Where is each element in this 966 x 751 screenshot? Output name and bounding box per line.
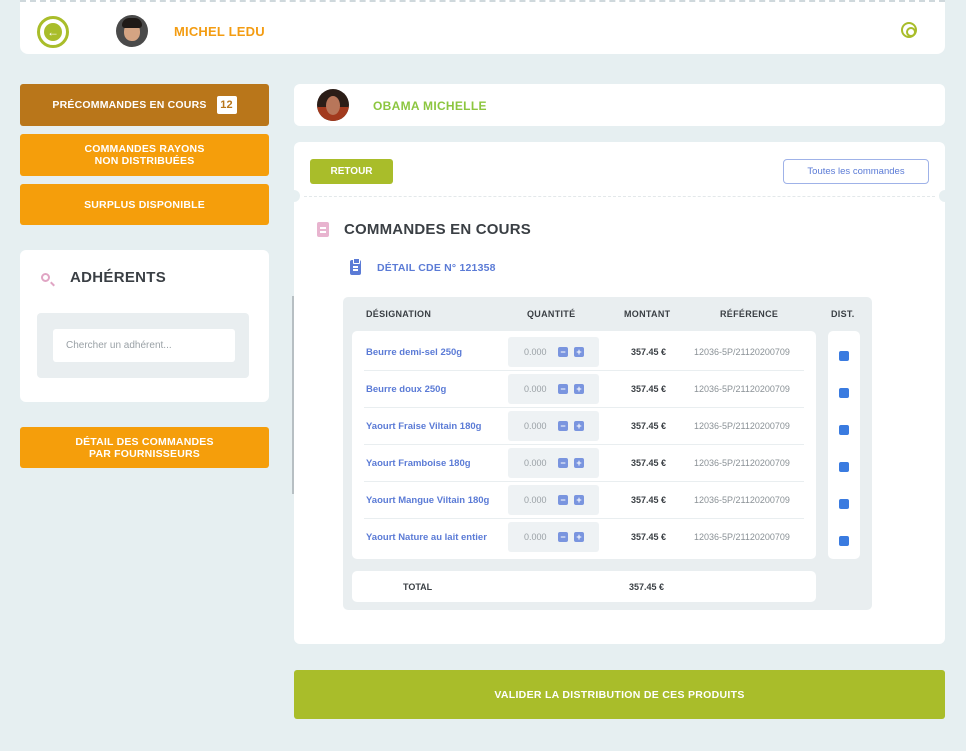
cell-reference: 12036-5P/21120200709: [694, 458, 790, 468]
quantity-stepper: 0.000 − +: [508, 448, 599, 478]
cell-quantite[interactable]: 0.000: [524, 384, 547, 394]
dist-column: [828, 331, 860, 559]
total-row: TOTAL 357.45 €: [352, 571, 816, 602]
plus-icon[interactable]: +: [574, 532, 584, 542]
section-title: COMMANDES EN COURS: [344, 221, 531, 238]
commandes-rayons-label-2: NON DISTRIBUÉES: [94, 155, 195, 167]
adherents-title: ADHÉRENTS: [70, 269, 167, 286]
plus-icon[interactable]: +: [574, 421, 584, 431]
plus-icon[interactable]: +: [574, 495, 584, 505]
column-header-reference: RÉFÉRENCE: [720, 309, 779, 319]
dist-checkbox[interactable]: [839, 351, 849, 361]
cell-quantite[interactable]: 0.000: [524, 458, 547, 468]
user-avatar: [116, 15, 148, 47]
column-header-dist: DIST.: [831, 309, 855, 319]
table-row: Beurre demi-sel 250g 0.000 − + 357.45 € …: [364, 334, 804, 371]
quantity-stepper: 0.000 − +: [508, 485, 599, 515]
order-table: DÉSIGNATION QUANTITÉ MONTANT RÉFÉRENCE D…: [343, 297, 872, 610]
cell-quantite[interactable]: 0.000: [524, 532, 547, 542]
adherents-search-wrap: [37, 313, 249, 378]
table-row: Beurre doux 250g 0.000 − + 357.45 € 1203…: [364, 371, 804, 408]
search-icon: [41, 273, 50, 282]
cell-reference: 12036-5P/21120200709: [694, 495, 790, 505]
dist-checkbox[interactable]: [839, 462, 849, 472]
arrow-left-icon: ←: [44, 23, 62, 41]
plus-icon[interactable]: +: [574, 347, 584, 357]
cell-quantite[interactable]: 0.000: [524, 495, 547, 505]
detail-fournisseurs-label-2: PAR FOURNISSEURS: [89, 447, 200, 460]
table-row: Yaourt Framboise 180g 0.000 − + 357.45 €…: [364, 445, 804, 482]
cell-designation[interactable]: Beurre demi-sel 250g: [366, 347, 462, 358]
column-header-designation: DÉSIGNATION: [366, 309, 432, 319]
cell-designation[interactable]: Yaourt Framboise 180g: [366, 458, 471, 469]
minus-icon[interactable]: −: [558, 532, 568, 542]
cell-montant: 357.45 €: [631, 495, 667, 505]
detail-fournisseurs-label-1: DÉTAIL DES COMMANDES: [75, 435, 214, 448]
cell-reference: 12036-5P/21120200709: [694, 384, 790, 394]
toutes-commandes-button[interactable]: Toutes les commandes: [783, 159, 929, 184]
minus-icon[interactable]: −: [558, 495, 568, 505]
dist-checkbox[interactable]: [839, 388, 849, 398]
dist-checkbox[interactable]: [839, 425, 849, 435]
precommandes-label: PRÉCOMMANDES EN COURS: [52, 99, 207, 111]
minus-icon[interactable]: −: [558, 347, 568, 357]
cell-designation[interactable]: Yaourt Nature au lait entier: [366, 532, 487, 543]
table-row: Yaourt Fraise Viltain 180g 0.000 − + 357…: [364, 408, 804, 445]
cell-montant: 357.45 €: [631, 458, 667, 468]
cell-quantite[interactable]: 0.000: [524, 421, 547, 431]
detail-fournisseurs-button[interactable]: DÉTAIL DES COMMANDES PAR FOURNISSEURS: [20, 427, 269, 468]
cell-designation[interactable]: Yaourt Mangue Viltain 180g: [366, 495, 489, 506]
quantity-stepper: 0.000 − +: [508, 522, 599, 552]
adherents-panel: ADHÉRENTS: [20, 250, 269, 402]
client-avatar: [317, 89, 349, 121]
quantity-stepper: 0.000 − +: [508, 411, 599, 441]
document-icon: [317, 222, 329, 237]
retour-button[interactable]: RETOUR: [310, 159, 393, 184]
lifebuoy-icon[interactable]: [901, 22, 917, 38]
total-value: 357.45 €: [629, 582, 665, 592]
total-label: TOTAL: [403, 582, 433, 592]
cell-montant: 357.45 €: [631, 347, 667, 357]
order-title: DÉTAIL CDE N° 121358: [377, 262, 496, 274]
minus-icon[interactable]: −: [558, 421, 568, 431]
valider-distribution-button[interactable]: VALIDER LA DISTRIBUTION DE CES PRODUITS: [294, 670, 945, 719]
commandes-rayons-label-1: COMMANDES RAYONS: [84, 143, 205, 155]
cell-montant: 357.45 €: [631, 532, 667, 542]
user-name: MICHEL LEDU: [174, 24, 265, 39]
minus-icon[interactable]: −: [558, 384, 568, 394]
cell-montant: 357.45 €: [631, 384, 667, 394]
cell-quantite[interactable]: 0.000: [524, 347, 547, 357]
rows-panel: Beurre demi-sel 250g 0.000 − + 357.45 € …: [352, 331, 816, 559]
commandes-rayons-button[interactable]: COMMANDES RAYONS NON DISTRIBUÉES: [20, 134, 269, 176]
precommandes-count-badge: 12: [216, 96, 237, 114]
plus-icon[interactable]: +: [574, 458, 584, 468]
dist-checkbox[interactable]: [839, 536, 849, 546]
dist-checkbox[interactable]: [839, 499, 849, 509]
plus-icon[interactable]: +: [574, 384, 584, 394]
top-bar: ← MICHEL LEDU: [20, 0, 945, 54]
cell-reference: 12036-5P/21120200709: [694, 421, 790, 431]
orders-card: RETOUR Toutes les commandes COMMANDES EN…: [288, 142, 951, 644]
column-header-montant: MONTANT: [624, 309, 671, 319]
back-button[interactable]: ←: [37, 16, 69, 48]
table-row: Yaourt Mangue Viltain 180g 0.000 − + 357…: [364, 482, 804, 519]
quantity-stepper: 0.000 − +: [508, 337, 599, 367]
surplus-button[interactable]: SURPLUS DISPONIBLE: [20, 184, 269, 225]
column-header-quantite: QUANTITÉ: [527, 309, 576, 319]
cell-designation[interactable]: Yaourt Fraise Viltain 180g: [366, 421, 481, 432]
table-row: Yaourt Nature au lait entier 0.000 − + 3…: [364, 519, 804, 556]
precommandes-button[interactable]: PRÉCOMMANDES EN COURS 12: [20, 84, 269, 126]
divider: [304, 196, 935, 197]
adherent-search-input[interactable]: [53, 329, 235, 362]
client-bar: OBAMA MICHELLE: [294, 84, 945, 126]
cell-reference: 12036-5P/21120200709: [694, 532, 790, 542]
cell-designation[interactable]: Beurre doux 250g: [366, 384, 446, 395]
quantity-stepper: 0.000 − +: [508, 374, 599, 404]
cell-reference: 12036-5P/21120200709: [694, 347, 790, 357]
minus-icon[interactable]: −: [558, 458, 568, 468]
surplus-label: SURPLUS DISPONIBLE: [84, 198, 205, 211]
cell-montant: 357.45 €: [631, 421, 667, 431]
clipboard-icon: [350, 258, 361, 275]
client-name: OBAMA MICHELLE: [373, 99, 487, 113]
